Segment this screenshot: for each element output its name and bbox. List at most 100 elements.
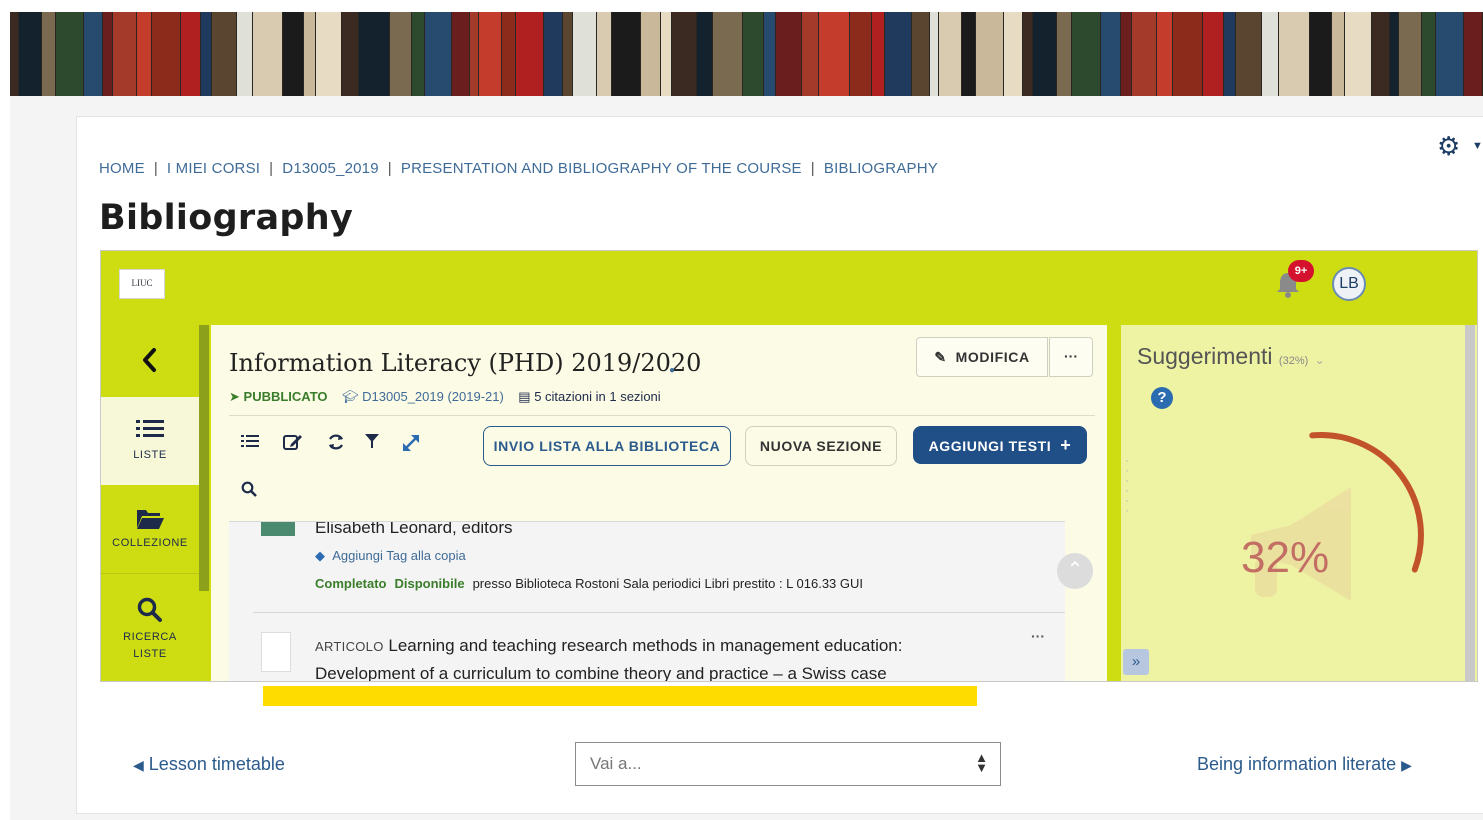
book-spine: [819, 12, 849, 96]
breadcrumb-current[interactable]: BIBLIOGRAPHY: [824, 160, 938, 177]
breadcrumb-my-courses[interactable]: I MIEI CORSI: [167, 160, 260, 177]
book-spine: [342, 12, 358, 96]
book-spine: [304, 12, 315, 96]
book-spine: [502, 12, 515, 96]
book-spine: [661, 12, 671, 96]
aggiungi-testi-button[interactable]: AGGIUNGI TESTI +: [913, 426, 1087, 464]
breadcrumb-course[interactable]: D13005_2019: [282, 160, 378, 177]
info-dot-icon: ●: [669, 365, 676, 376]
book-spine: [885, 12, 911, 96]
book-cover-thumbnail[interactable]: [261, 522, 295, 536]
aggiungi-label: AGGIUNGI TESTI: [928, 438, 1052, 454]
breadcrumb: HOME | I MIEI CORSI | D13005_2019 | PRESENTATI…: [99, 160, 938, 177]
book-spine: [1422, 12, 1435, 96]
edit-icon[interactable]: [283, 433, 303, 451]
nav-item-liste[interactable]: LISTE: [101, 397, 199, 485]
book-spine: [850, 12, 871, 96]
modifica-button[interactable]: ✎ MODIFICA: [916, 337, 1048, 377]
book-spine: [412, 12, 424, 96]
book-spine: [1004, 12, 1022, 96]
collapse-panel-button[interactable]: »: [1123, 649, 1149, 675]
book-spine: [544, 12, 562, 96]
book-spine: [872, 12, 884, 96]
help-icon[interactable]: ?: [1151, 387, 1173, 409]
book-spine: [1390, 12, 1398, 96]
status-completed: Completato: [315, 576, 387, 591]
breadcrumb-home[interactable]: HOME: [99, 160, 145, 177]
course-link[interactable]: D13005_2019 (2019-21): [362, 389, 504, 404]
book-spine: [1057, 12, 1071, 96]
previous-activity-link[interactable]: ◀ Lesson timetable: [133, 754, 285, 775]
breadcrumb-separator: |: [269, 160, 274, 177]
add-tag-link[interactable]: ◆ Aggiungi Tag alla copia: [315, 548, 466, 564]
gear-icon[interactable]: ⚙: [1437, 133, 1460, 159]
avatar[interactable]: LB: [1332, 267, 1366, 301]
book-icon: ▤: [518, 389, 531, 404]
book-spine: [253, 12, 282, 96]
caret-down-icon[interactable]: ▼: [1472, 140, 1483, 152]
scroll-top-button[interactable]: ⌃: [1057, 553, 1093, 589]
citations-count: 5 citazioni in 1 sezioni: [534, 389, 661, 404]
list-meta: ➤ PUBBLICATO 🎓︎ D13005_2019 (2019-21) ▤ …: [229, 389, 661, 405]
breadcrumb-separator: |: [387, 160, 392, 177]
book-spine: [802, 12, 818, 96]
chevron-left-icon: [143, 348, 156, 372]
next-activity-link[interactable]: Being information literate ▶: [1197, 754, 1412, 775]
next-activity-label: Being information literate: [1197, 754, 1397, 774]
search-icon[interactable]: [241, 481, 257, 497]
list-view-icon[interactable]: [241, 433, 259, 449]
holding-location: presso Biblioteca Rostoni Sala periodici…: [472, 576, 864, 591]
app-topbar: LIUC 9+ LB: [101, 251, 1477, 325]
modifica-label: MODIFICA: [955, 349, 1030, 365]
list-icon: [136, 420, 164, 437]
book-spine: [697, 12, 712, 96]
nuova-sezione-button[interactable]: NUOVA SEZIONE: [745, 426, 897, 466]
citation-author[interactable]: Elisabeth Leonard, editors: [315, 522, 513, 538]
book-spine: [470, 12, 478, 96]
panel-scrollbar[interactable]: [1465, 325, 1475, 681]
book-spine: [152, 12, 180, 96]
book-spine: [1157, 12, 1172, 96]
invio-lista-button[interactable]: INVIO LISTA ALLA BIBLIOTECA: [483, 426, 731, 466]
filter-icon[interactable]: [365, 433, 379, 449]
jump-to-select[interactable]: Vai a... ▲ ▼: [575, 742, 1001, 786]
book-spine: [56, 12, 83, 96]
nav-label: COLLEZIONE: [112, 537, 188, 549]
expand-icon[interactable]: [401, 433, 421, 453]
search-icon: [137, 597, 162, 622]
book-spine: [743, 12, 763, 96]
refresh-icon[interactable]: [327, 433, 345, 451]
book-spine: [84, 12, 102, 96]
suggestions-title[interactable]: Suggerimenti (32%) ⌄: [1137, 343, 1325, 370]
citation-title[interactable]: ARTICOLO Learning and teaching research …: [315, 632, 975, 681]
nav-back-button[interactable]: [101, 325, 199, 397]
more-options-button[interactable]: ···: [1049, 337, 1093, 377]
article-thumbnail[interactable]: [261, 632, 291, 672]
book-spine: [1464, 12, 1482, 96]
book-spine: [597, 12, 611, 96]
book-spine: [19, 12, 41, 96]
breadcrumb-section[interactable]: PRESENTATION AND BIBLIOGRAPHY OF THE COU…: [401, 160, 802, 177]
citation-more-icon[interactable]: ···: [1031, 628, 1045, 644]
drag-handle-icon[interactable]: · · · · · ·: [1125, 454, 1129, 516]
book-spine: [516, 12, 543, 96]
book-spine: [359, 12, 389, 96]
paper-plane-icon: ➤: [229, 389, 240, 404]
plus-icon: +: [1060, 435, 1072, 455]
book-spine: [713, 12, 742, 96]
book-spine: [1310, 12, 1331, 96]
institution-logo[interactable]: LIUC: [119, 269, 165, 299]
book-spine: [1345, 12, 1371, 96]
book-spine: [1173, 12, 1202, 96]
book-spine: [1279, 12, 1309, 96]
book-spine: [939, 12, 961, 96]
book-spine: [201, 12, 211, 96]
notification-badge[interactable]: 9+: [1288, 260, 1314, 282]
nav-item-collezione[interactable]: COLLEZIONE: [101, 485, 199, 574]
nav-item-ricerca-liste[interactable]: RICERCA LISTE: [101, 573, 199, 681]
book-spine: [1101, 12, 1120, 96]
book-spine: [1332, 12, 1344, 96]
book-spine: [137, 12, 151, 96]
book-spine: [1203, 12, 1223, 96]
book-spine: [283, 12, 303, 96]
